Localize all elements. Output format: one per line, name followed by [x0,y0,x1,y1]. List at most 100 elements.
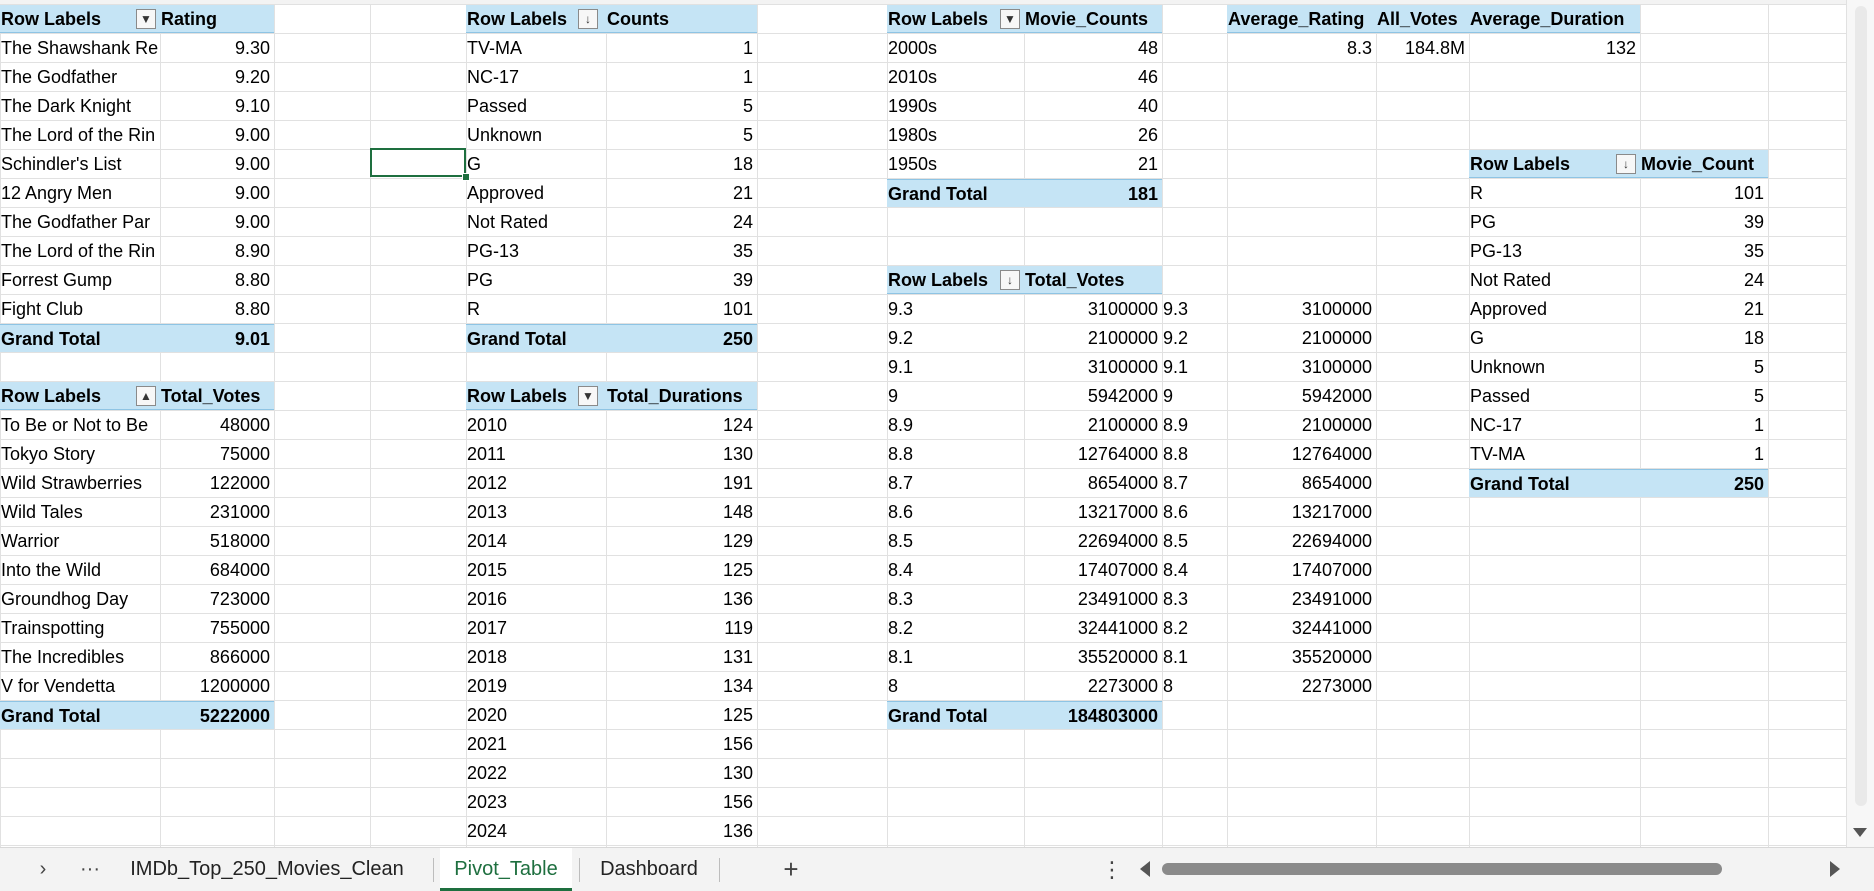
pivot-row-label[interactable]: The Godfather [0,63,160,91]
pivot-grand-total-value[interactable]: 184803000 [1024,701,1162,729]
scroll-left-icon[interactable] [1140,861,1150,877]
pivot-row-value[interactable]: 130 [606,440,757,468]
pivot-header-value[interactable]: Movie_Count [1640,150,1768,178]
more-sheets-icon[interactable]: ··· [72,848,108,891]
pivot-row-label[interactable]: Fight Club [0,295,160,323]
pivot-row-label[interactable]: Passed [466,92,606,120]
pivot-row-label[interactable]: Into the Wild [0,556,160,584]
pivot-row-label[interactable]: 8.4 [887,556,1024,584]
pivot-row-value[interactable]: 35 [1640,237,1768,265]
filter-icon[interactable]: ▲ [136,386,156,406]
pivot-row-value[interactable]: 3100000 [1024,353,1162,381]
pivot-row-label[interactable]: 12 Angry Men [0,179,160,207]
pivot-row-label[interactable]: G [1469,324,1640,352]
copied-votes-cell[interactable]: 12764000 [1227,440,1376,468]
pivot-row-label[interactable]: The Dark Knight [0,92,160,120]
pivot-row-label[interactable]: 8.2 [887,614,1024,642]
pivot-row-label[interactable]: PG [1469,208,1640,236]
pivot-row-label[interactable]: Warrior [0,527,160,555]
pivot-row-label[interactable]: The Shawshank Re [0,34,160,62]
copied-votes-cell[interactable]: 2273000 [1227,672,1376,700]
pivot-row-label[interactable]: V for Vendetta [0,672,160,700]
pivot-row-value[interactable]: 5 [1640,382,1768,410]
pivot-row-value[interactable]: 5 [606,121,757,149]
pivot-row-value[interactable]: 46 [1024,63,1162,91]
tab-imdb-top-250-movies-clean[interactable]: IMDb_Top_250_Movies_Clean [122,848,412,888]
pivot-row-label[interactable]: 2022 [466,759,606,787]
copied-votes-cell[interactable]: 3100000 [1227,353,1376,381]
pivot-row-label[interactable]: Wild Strawberries [0,469,160,497]
pivot-row-label[interactable]: 2010 [466,411,606,439]
pivot-grand-total-value[interactable]: 250 [1640,469,1768,497]
pivot-row-value[interactable]: 39 [606,266,757,294]
pivot-row-value[interactable]: 5942000 [1024,382,1162,410]
pivot-row-value[interactable]: 18 [606,150,757,178]
pivot-row-label[interactable]: NC-17 [466,63,606,91]
pivot-row-value[interactable]: 1200000 [160,672,274,700]
pivot-row-value[interactable]: 1 [1640,440,1768,468]
pivot-header-value[interactable]: Movie_Counts [1024,5,1162,33]
vertical-scroll-thumb[interactable] [1855,6,1867,806]
pivot-row-value[interactable]: 124 [606,411,757,439]
pivot-row-value[interactable]: 13217000 [1024,498,1162,526]
pivot-row-value[interactable]: 9.30 [160,34,274,62]
pivot-row-value[interactable]: 122000 [160,469,274,497]
pivot-row-value[interactable]: 9.10 [160,92,274,120]
copied-rating-cell[interactable]: 9.3 [1162,295,1227,323]
pivot-row-label[interactable]: TV-MA [466,34,606,62]
pivot-row-label[interactable]: Trainspotting [0,614,160,642]
selected-cell[interactable] [370,148,466,177]
pivot-row-label[interactable]: NC-17 [1469,411,1640,439]
pivot-row-value[interactable]: 1 [606,34,757,62]
pivot-row-label[interactable]: 2016 [466,585,606,613]
pivot-row-label[interactable]: G [466,150,606,178]
copied-votes-cell[interactable]: 2100000 [1227,324,1376,352]
pivot-row-label[interactable]: 8.6 [887,498,1024,526]
pivot-row-label[interactable]: The Godfather Par [0,208,160,236]
horizontal-scrollbar[interactable] [1140,858,1840,880]
pivot-row-label[interactable]: 2015 [466,556,606,584]
filter-icon[interactable]: ↓ [578,9,598,29]
copied-rating-cell[interactable]: 9.2 [1162,324,1227,352]
pivot-row-value[interactable]: 9.00 [160,150,274,178]
pivot-grand-total-label[interactable]: Grand Total [0,701,160,729]
pivot-row-label[interactable]: PG [466,266,606,294]
pivot-row-value[interactable]: 3100000 [1024,295,1162,323]
pivot-row-label[interactable]: 2019 [466,672,606,700]
next-sheet-icon[interactable]: › [28,848,58,891]
summary-average-rating[interactable]: 8.3 [1227,34,1376,62]
pivot-row-label[interactable]: 2010s [887,63,1024,91]
pivot-row-value[interactable]: 130 [606,759,757,787]
pivot-row-label[interactable]: Forrest Gump [0,266,160,294]
pivot-row-value[interactable]: 125 [606,701,757,729]
pivot-row-label[interactable]: The Lord of the Rin [0,121,160,149]
pivot-row-label[interactable]: 2013 [466,498,606,526]
pivot-header-value[interactable]: Total_Votes [1024,266,1162,294]
pivot-row-label[interactable]: 2023 [466,788,606,816]
pivot-row-value[interactable]: 26 [1024,121,1162,149]
pivot-row-value[interactable]: 119 [606,614,757,642]
summary-header-all-votes[interactable]: All_Votes [1376,5,1469,33]
copied-votes-cell[interactable]: 17407000 [1227,556,1376,584]
pivot-row-value[interactable]: 39 [1640,208,1768,236]
pivot-row-label[interactable]: Approved [1469,295,1640,323]
pivot-row-label[interactable]: 2017 [466,614,606,642]
pivot-grand-total-label[interactable]: Grand Total [887,701,1024,729]
pivot-row-value[interactable]: 8654000 [1024,469,1162,497]
pivot-row-label[interactable]: The Lord of the Rin [0,237,160,265]
pivot-row-label[interactable]: The Incredibles [0,643,160,671]
pivot-row-value[interactable]: 9.20 [160,63,274,91]
pivot-row-label[interactable]: 2020 [466,701,606,729]
pivot-row-label[interactable]: 9 [887,382,1024,410]
copied-rating-cell[interactable]: 8.8 [1162,440,1227,468]
filter-icon[interactable]: ↓ [1616,154,1636,174]
pivot-row-value[interactable]: 1 [606,63,757,91]
pivot-row-value[interactable]: 191 [606,469,757,497]
pivot-row-value[interactable]: 101 [606,295,757,323]
pivot-row-value[interactable]: 75000 [160,440,274,468]
vertical-scrollbar[interactable] [1846,0,1874,847]
pivot-row-value[interactable]: 156 [606,788,757,816]
pivot-row-value[interactable]: 2100000 [1024,411,1162,439]
pivot-row-value[interactable]: 22694000 [1024,527,1162,555]
copied-votes-cell[interactable]: 22694000 [1227,527,1376,555]
